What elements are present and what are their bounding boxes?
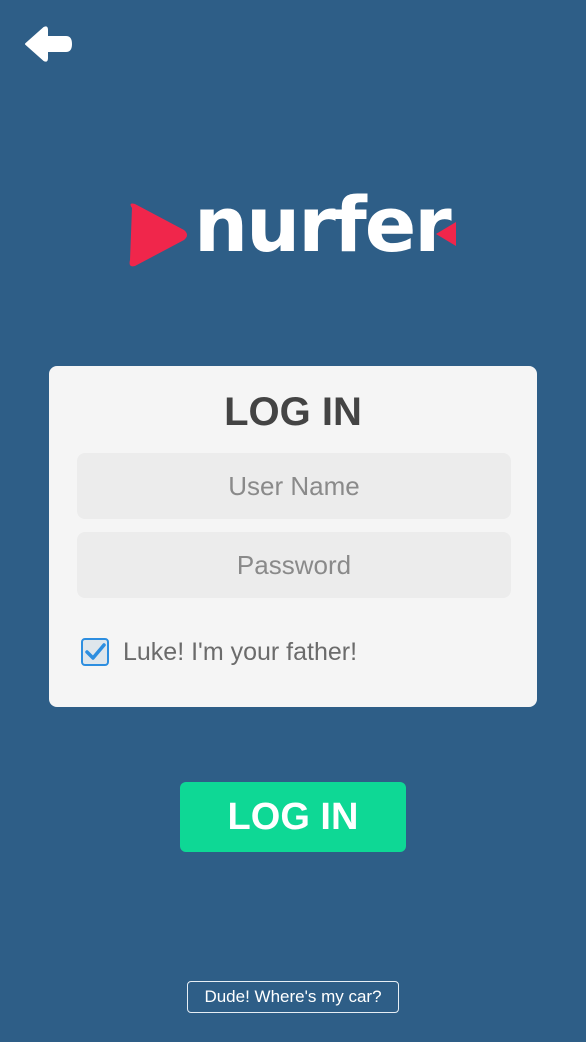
remember-checkbox[interactable] (81, 638, 109, 666)
username-input[interactable] (77, 453, 511, 519)
nurfer-logo: nurfer (126, 184, 466, 272)
play-triangle-icon (129, 203, 187, 267)
small-triangle-icon (436, 222, 456, 246)
logo-wordmark: nurfer (194, 180, 452, 269)
login-card-title: LOG IN (224, 390, 362, 434)
help-link[interactable]: Dude! Where's my car? (187, 981, 399, 1013)
arrow-left-icon (25, 26, 72, 62)
login-button[interactable]: LOG IN (180, 782, 406, 852)
login-screen: nurfer LOG IN Luke! I'm your father! LOG… (0, 0, 586, 1042)
password-input[interactable] (77, 532, 511, 598)
back-button[interactable] (22, 24, 74, 64)
checkmark-icon (85, 643, 106, 660)
remember-label: Luke! I'm your father! (123, 637, 358, 666)
remember-me-toggle[interactable]: Luke! I'm your father! (81, 636, 357, 668)
